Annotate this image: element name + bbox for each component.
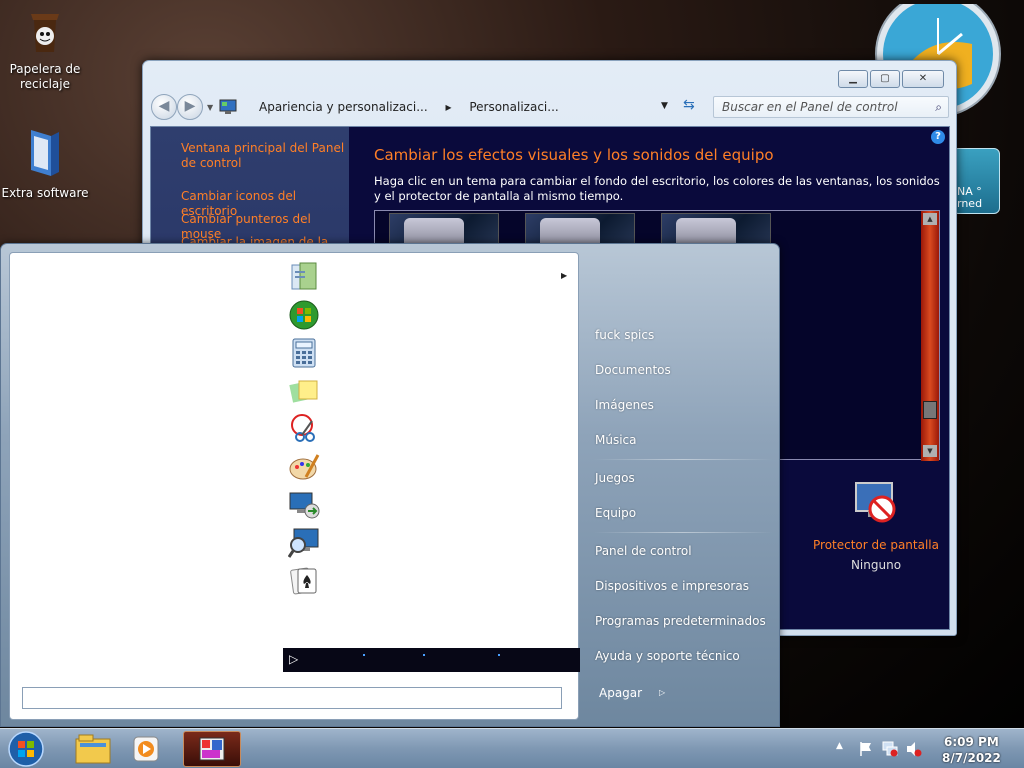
weather-line-2: rned — [957, 197, 983, 210]
refresh-icon[interactable]: ⇆ — [683, 97, 695, 113]
decor-dot — [363, 654, 365, 656]
recycle-bin-icon — [31, 14, 59, 52]
calculator-icon[interactable] — [288, 337, 320, 369]
start-music[interactable]: Música — [595, 433, 637, 447]
page-title: Cambiar los efectos visuales y los sonid… — [374, 146, 774, 164]
decor-dot — [423, 654, 425, 656]
recycle-bin-desktop-icon[interactable]: Papelera de reciclaje — [0, 6, 90, 92]
history-dropdown-icon[interactable]: ▼ — [207, 103, 213, 112]
taskbar-date[interactable]: 8/7/2022 — [942, 751, 1001, 765]
start-games[interactable]: Juegos — [595, 471, 635, 485]
back-button[interactable]: ◀ — [151, 94, 177, 120]
breadcrumb: Apariencia y personalizaci... ▸ Personal… — [259, 100, 573, 114]
submenu-arrow-icon[interactable]: ▶ — [561, 271, 567, 280]
search-icon[interactable]: ⌕ — [935, 100, 942, 115]
start-control-panel[interactable]: Panel de control — [595, 544, 692, 558]
media-player-taskbar-icon[interactable] — [120, 731, 178, 767]
search-placeholder: Buscar en el Panel de control — [722, 100, 898, 114]
themes-scrollbar[interactable]: ▲ ▼ — [921, 211, 939, 461]
breadcrumb-personalization[interactable]: Personalizaci... — [469, 100, 558, 114]
sticky-notes-icon[interactable] — [288, 375, 320, 407]
start-help-support[interactable]: Ayuda y soporte técnico — [595, 649, 740, 663]
explorer-taskbar-icon[interactable] — [66, 731, 124, 767]
start-orb-icon[interactable] — [6, 730, 46, 768]
folder-icon — [31, 130, 59, 176]
all-programs-arrow-icon: ▷ — [289, 652, 299, 666]
getting-started-icon[interactable] — [288, 261, 320, 293]
network-disconnected-icon[interactable] — [882, 741, 898, 757]
start-documents[interactable]: Documentos — [595, 363, 671, 377]
minimize-button[interactable]: ▁ — [838, 70, 868, 88]
search-input[interactable]: Buscar en el Panel de control ⌕ — [713, 96, 949, 118]
shutdown-button[interactable]: Apagar — [599, 686, 642, 700]
weather-gadget[interactable]: NA ° rned — [952, 148, 1000, 214]
personalization-icon — [199, 737, 225, 761]
remote-desktop-icon[interactable] — [288, 489, 320, 521]
screensaver-title: Protector de pantalla — [813, 538, 939, 552]
screensaver-setting[interactable]: Protector de pantalla Ninguno — [811, 479, 941, 572]
window-controls: ▁ ▢ ✕ — [838, 70, 944, 88]
show-hidden-icons-icon[interactable]: ▲ — [836, 741, 852, 757]
recycle-bin-label: Papelera de reciclaje — [9, 62, 81, 91]
screensaver-icon — [855, 482, 896, 523]
decor-dot — [498, 654, 500, 656]
separator — [593, 459, 773, 460]
start-computer[interactable]: Equipo — [595, 506, 636, 520]
address-bar: ◀ ▶ ▼ Apariencia y personalizaci... ▸ Pe… — [151, 93, 949, 121]
start-devices-printers[interactable]: Dispositivos e impresoras — [595, 579, 749, 593]
windows-media-center-icon[interactable] — [288, 299, 320, 331]
close-button[interactable]: ✕ — [902, 70, 944, 88]
action-center-flag-icon[interactable] — [858, 741, 874, 757]
breadcrumb-appearance[interactable]: Apariencia y personalizaci... — [259, 100, 428, 114]
screensaver-value: Ninguno — [850, 558, 902, 572]
scroll-up-icon[interactable]: ▲ — [923, 213, 937, 225]
start-default-programs[interactable]: Programas predeterminados — [595, 614, 766, 628]
shutdown-options-icon[interactable]: ▷ — [659, 688, 665, 697]
solitaire-icon[interactable] — [288, 565, 320, 597]
help-icon[interactable]: ? — [931, 130, 945, 144]
start-pictures[interactable]: Imágenes — [595, 398, 654, 412]
separator — [593, 532, 773, 533]
address-dropdown-icon[interactable]: ▼ — [661, 101, 668, 111]
scroll-down-icon[interactable]: ▼ — [923, 445, 937, 457]
start-user-folder[interactable]: fuck spics — [595, 328, 654, 342]
search-programs-input[interactable] — [22, 687, 562, 709]
scroll-thumb[interactable] — [923, 401, 937, 419]
taskbar-time[interactable]: 6:09 PM — [944, 735, 999, 749]
control-panel-icon — [219, 99, 237, 114]
all-programs-bar[interactable]: ▷ — [283, 648, 580, 672]
forward-button[interactable]: ▶ — [177, 94, 203, 120]
programs-pane: ▶ ▷ — [9, 252, 580, 720]
magnifier-icon[interactable] — [288, 527, 320, 559]
sidebar-link-control-panel-home[interactable]: Ventana principal del Panel de control — [181, 141, 349, 171]
extra-software-desktop-icon[interactable]: Extra software — [0, 126, 90, 201]
maximize-button[interactable]: ▢ — [870, 70, 900, 88]
volume-muted-icon[interactable] — [906, 741, 922, 757]
paint-icon[interactable] — [288, 451, 320, 483]
control-panel-taskbar-button[interactable] — [183, 731, 241, 767]
breadcrumb-separator-icon: ▸ — [445, 100, 452, 114]
taskbar: ▲ 6:09 PM 8/7/2022 — [0, 728, 1024, 768]
page-description: Haga clic en un tema para cambiar el fon… — [374, 174, 940, 203]
extra-software-label: Extra software — [1, 186, 89, 200]
start-menu: ▶ ▷ fuck spics Documentos Imágenes Músic… — [0, 243, 780, 727]
snipping-tool-icon[interactable] — [288, 413, 320, 445]
